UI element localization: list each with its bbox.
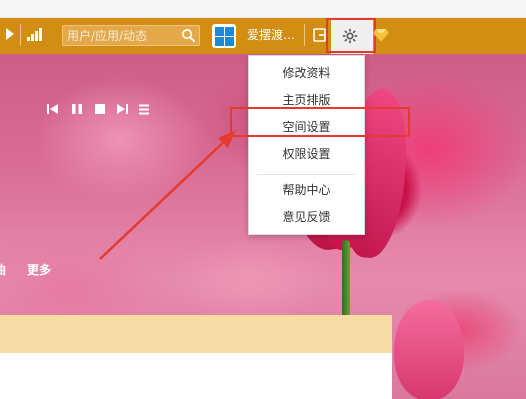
- menu-divider: [257, 174, 356, 175]
- more-link[interactable]: 更多: [27, 261, 51, 278]
- search-icon[interactable]: [181, 28, 196, 43]
- previous-icon[interactable]: [46, 102, 60, 116]
- toolbar-divider: [20, 24, 21, 46]
- menu-item-help-center[interactable]: 帮助中心: [249, 178, 364, 202]
- space-settings-highlight-box: [230, 107, 410, 137]
- search-box: [62, 25, 200, 46]
- toolbar-divider: [304, 24, 305, 46]
- menu-item-permission-settings[interactable]: 权限设置: [249, 142, 364, 166]
- tulip-stem: [342, 240, 350, 320]
- play-icon[interactable]: [6, 28, 14, 40]
- search-input[interactable]: [67, 28, 177, 44]
- nav-item-partial[interactable]: 曲: [0, 261, 6, 278]
- signal-bars-icon[interactable]: [27, 27, 45, 41]
- diamond-icon[interactable]: [373, 28, 389, 42]
- username-link[interactable]: 爱摆渡…: [247, 26, 295, 43]
- settings-dropdown-menu: 修改资料 主页排版 空间设置 权限设置 帮助中心 意见反馈: [248, 55, 365, 235]
- tulip-petal-lower: [394, 300, 464, 399]
- next-icon[interactable]: [115, 102, 129, 116]
- settings-highlight-box: [326, 18, 376, 53]
- playlist-icon[interactable]: [138, 102, 150, 116]
- menu-item-feedback[interactable]: 意见反馈: [249, 205, 364, 229]
- pause-icon[interactable]: [71, 102, 83, 116]
- content-panel: [0, 353, 392, 399]
- windows-logo-icon[interactable]: [212, 24, 236, 48]
- stop-icon[interactable]: [94, 102, 106, 116]
- browser-strip: [0, 0, 526, 18]
- content-header-band: [0, 315, 392, 353]
- menu-item-edit-profile[interactable]: 修改资料: [249, 61, 364, 85]
